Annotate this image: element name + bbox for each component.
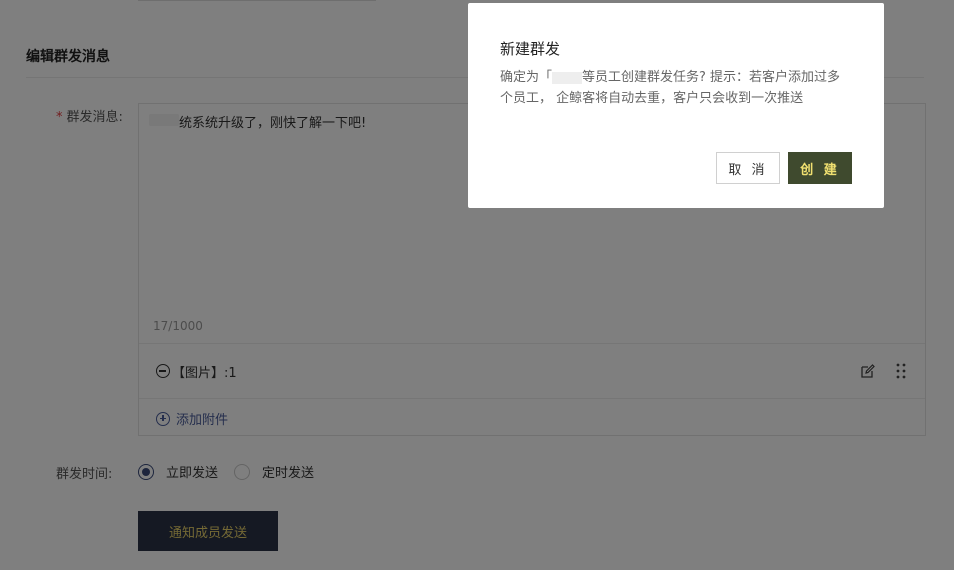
dialog-title: 新建群发 xyxy=(500,40,561,58)
redacted-name xyxy=(552,71,583,84)
create-broadcast-dialog: 新建群发 确定为「 等员工创建群发任务? 提示：若客户添加过多个员工， 企鲸客将自… xyxy=(468,3,884,208)
dialog-message-prefix: 确定为「 xyxy=(500,70,553,85)
dialog-message: 确定为「 等员工创建群发任务? 提示：若客户添加过多个员工， 企鲸客将自动去重，客… xyxy=(500,67,852,109)
cancel-button[interactable]: 取 消 xyxy=(716,152,780,184)
create-button[interactable]: 创 建 xyxy=(788,152,852,184)
